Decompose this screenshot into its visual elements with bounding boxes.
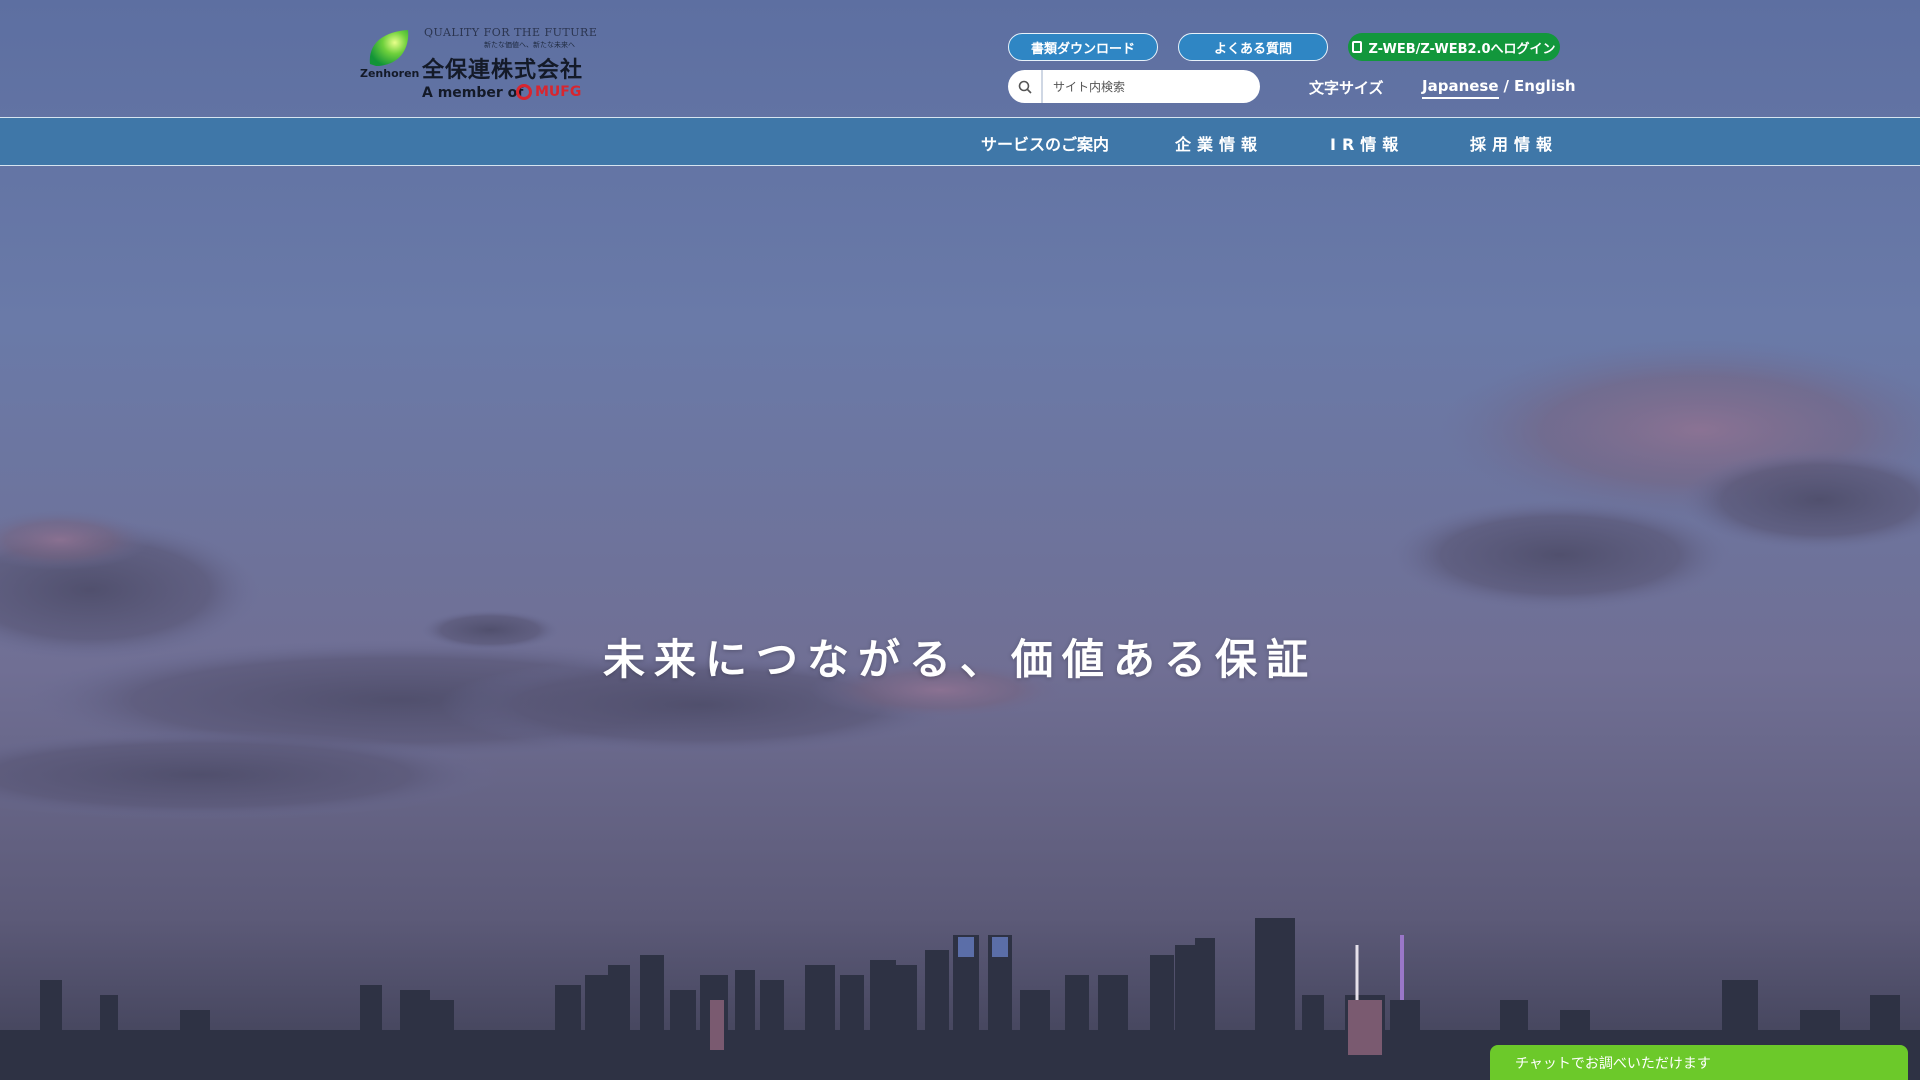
site-search [1008, 70, 1260, 103]
font-size-toggle[interactable]: 文字サイズ [1309, 77, 1384, 98]
lang-japanese-link[interactable]: Japanese [1422, 77, 1499, 99]
lang-separator: / [1503, 77, 1510, 95]
brand-romaji: Zenhoren [360, 67, 420, 80]
document-download-label: 書類ダウンロード [1030, 41, 1135, 57]
zweb-login-label: Z-WEB/Z-WEB2.0へログイン [1368, 41, 1556, 57]
company-logo[interactable]: QUALITY FOR THE FUTURE 新たな価値へ、新たな未来へ 全保連… [358, 24, 598, 106]
nav-ir-info[interactable]: IR情報 [1330, 131, 1404, 155]
chat-widget-button[interactable]: チャットでお調べいただけます [1490, 1045, 1908, 1080]
lang-english-link[interactable]: English [1514, 77, 1576, 99]
search-button[interactable] [1008, 70, 1043, 103]
mufg-label: MUFG [535, 84, 582, 100]
global-nav: サービスのご案内 企業情報 IR情報 採用情報 [0, 117, 1920, 166]
search-icon [1018, 80, 1032, 94]
hero-headline: 未来につながる、価値ある保証 [602, 635, 1317, 684]
brand-subtagline: 新たな価値へ、新たな未来へ [484, 41, 575, 49]
login-icon [1352, 41, 1363, 53]
nav-company-info[interactable]: 企業情報 [1175, 131, 1263, 155]
language-switcher: Japanese / English [1422, 77, 1576, 99]
faq-button[interactable]: よくある質問 [1178, 33, 1328, 61]
member-of-label: A member of [422, 85, 524, 101]
brand-tagline: QUALITY FOR THE FUTURE [424, 26, 598, 39]
company-name: 全保連株式会社 [422, 58, 584, 83]
nav-recruit[interactable]: 採用情報 [1470, 131, 1558, 155]
zweb-login-button[interactable]: Z-WEB/Z-WEB2.0へログイン [1348, 33, 1560, 61]
site-search-input[interactable] [1043, 78, 1255, 95]
site-header: QUALITY FOR THE FUTURE 新たな価値へ、新たな未来へ 全保連… [0, 0, 1920, 117]
faq-label: よくある質問 [1213, 41, 1292, 57]
leaf-logo-icon [369, 30, 409, 66]
nav-services[interactable]: サービスのご案内 [981, 131, 1109, 155]
mufg-ring-icon [516, 84, 532, 100]
chat-widget-label: チャットでお調べいただけます [1515, 1055, 1711, 1072]
document-download-button[interactable]: 書類ダウンロード [1008, 33, 1158, 61]
mufg-logo: MUFG [516, 84, 581, 100]
